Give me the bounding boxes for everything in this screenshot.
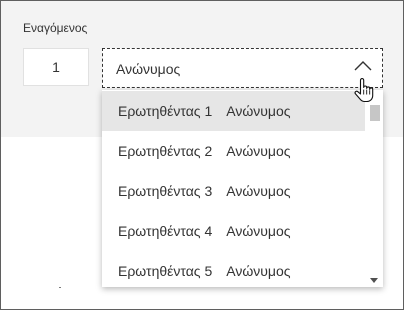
- dropdown-options-list[interactable]: Ερωτηθέντας 1 Ανώνυμος Ερωτηθέντας 2 Ανώ…: [102, 90, 383, 287]
- dropdown-option-1[interactable]: Ερωτηθέντας 1 Ανώνυμος: [102, 91, 365, 131]
- respondent-dropdown[interactable]: Ανώνυμος: [102, 48, 383, 88]
- dropdown-option-2[interactable]: Ερωτηθέντας 2 Ανώνυμος: [102, 131, 365, 171]
- option-suffix: Ανώνυμος: [226, 183, 291, 199]
- dropdown-option-3[interactable]: Ερωτηθέντας 3 Ανώνυμος: [102, 171, 365, 211]
- respondent-label: Εναγόμενος: [23, 21, 88, 35]
- option-prefix: Ερωτηθέντας 5: [118, 263, 213, 279]
- option-prefix: Ερωτηθέντας 4: [118, 223, 213, 239]
- stray-mark: [59, 287, 61, 288]
- option-prefix: Ερωτηθέντας 3: [118, 183, 213, 199]
- dialog-frame: Εναγόμενος 1 Ανώνυμος Ερωτηθέντας 1 Ανών…: [0, 0, 404, 310]
- chevron-up-icon[interactable]: [354, 60, 372, 72]
- option-suffix: Ανώνυμος: [226, 143, 291, 159]
- option-prefix: Ερωτηθέντας 2: [118, 143, 213, 159]
- scrollbar-thumb[interactable]: [370, 105, 380, 121]
- list-scrollbar[interactable]: [366, 90, 383, 287]
- respondent-number-value: 1: [52, 59, 60, 75]
- dropdown-option-4[interactable]: Ερωτηθέντας 4 Ανώνυμος: [102, 211, 365, 251]
- option-suffix: Ανώνυμος: [226, 263, 291, 279]
- dropdown-selected-value: Ανώνυμος: [116, 61, 181, 77]
- hand-pointer-icon: [354, 78, 374, 103]
- dropdown-option-5[interactable]: Ερωτηθέντας 5 Ανώνυμος: [102, 251, 365, 287]
- scroll-down-arrow-icon[interactable]: [370, 278, 378, 283]
- respondent-number-field[interactable]: 1: [23, 48, 89, 86]
- option-suffix: Ανώνυμος: [226, 223, 291, 239]
- option-suffix: Ανώνυμος: [226, 103, 291, 119]
- option-prefix: Ερωτηθέντας 1: [118, 103, 213, 119]
